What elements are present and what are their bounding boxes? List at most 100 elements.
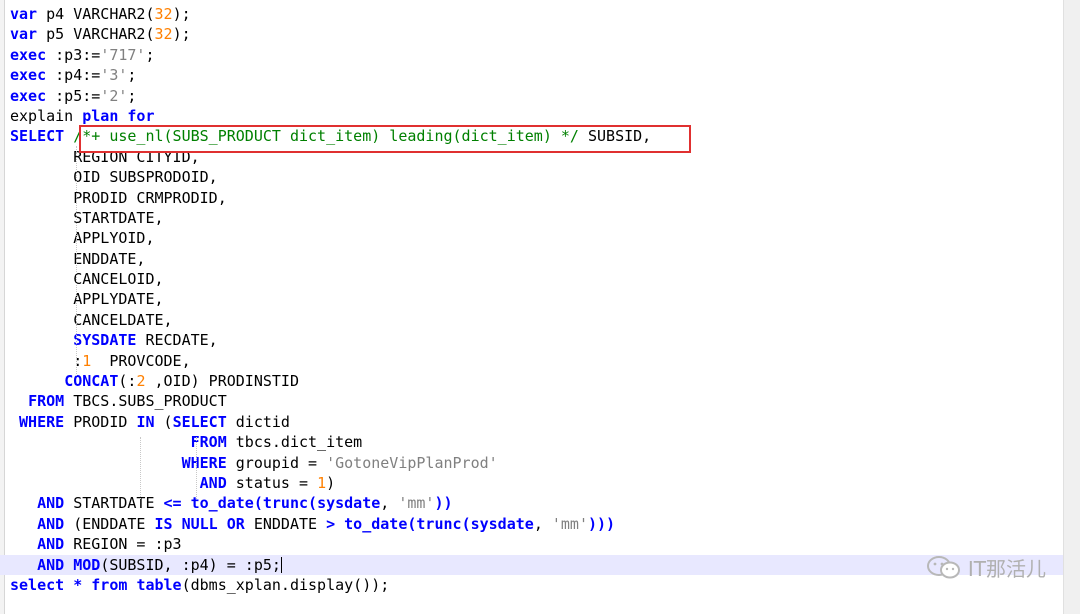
code-token: sysdate (470, 514, 534, 533)
sql-editor[interactable]: var p4 VARCHAR2(32); var p5 VARCHAR2(32);… (0, 0, 1064, 614)
code-token: ( (145, 5, 155, 23)
code-token: , (380, 494, 399, 513)
code-token: '2' (100, 86, 128, 105)
code-token: from (91, 575, 128, 594)
code-line[interactable]: exec :p5:='2'; (10, 86, 1064, 106)
code-token: VARCHAR2 (73, 5, 146, 23)
code-line[interactable]: exec :p3:='717'; (10, 45, 1064, 65)
code-token: 32 (154, 25, 173, 44)
code-token: IN (136, 412, 155, 431)
code-token: table (136, 575, 182, 594)
code-token: ( (145, 25, 155, 44)
code-line[interactable]: STARTDATE, (10, 208, 1064, 228)
vertical-scrollbar[interactable] (1063, 0, 1080, 614)
code-line[interactable]: AND MOD(SUBSID, :p4) = :p5; (0, 554, 1064, 575)
code-line[interactable]: select * from table(dbms_xplan.display()… (10, 575, 1064, 595)
code-token: AND (37, 494, 65, 513)
code-token: AND (37, 535, 65, 554)
code-token: , (533, 514, 552, 533)
code-token: trunc (262, 494, 309, 513)
code-token: CONCAT (64, 372, 119, 391)
code-token: explain (10, 106, 83, 125)
code-token: to_date (190, 494, 254, 513)
code-line[interactable]: SYSDATE RECDATE, (10, 330, 1064, 350)
code-line[interactable]: CANCELOID, (10, 269, 1064, 289)
code-line[interactable]: :1 PROVCODE, (10, 351, 1064, 371)
code-line[interactable]: CONCAT(:2 ,OID) PRODINSTID (10, 371, 1064, 391)
code-area[interactable]: var p4 VARCHAR2(32); var p5 VARCHAR2(32);… (0, 4, 1064, 595)
code-token: (SUBSID, :p4) = :p5; (100, 555, 281, 574)
code-token: : (10, 351, 83, 370)
code-line[interactable]: AND status = 1) (10, 473, 1064, 493)
code-line[interactable]: FROM TBCS.SUBS_PRODUCT (10, 391, 1064, 411)
code-line[interactable]: OID SUBSPRODOID, (10, 167, 1064, 187)
code-token: exec (10, 86, 47, 105)
code-token: CANCELDATE, (10, 310, 173, 329)
code-line[interactable]: var p5 VARCHAR2(32); (10, 24, 1064, 44)
code-token: status = (226, 473, 318, 492)
code-token: FROM (28, 392, 65, 411)
code-line[interactable]: CANCELDATE, (10, 310, 1064, 330)
code-token: SELECT (172, 412, 227, 431)
code-token: p5 (37, 25, 74, 44)
code-token: var (10, 25, 38, 44)
code-token: ) (326, 473, 336, 492)
code-token: MOD (73, 555, 101, 574)
code-token: WHERE (181, 453, 227, 472)
code-line[interactable]: explain plan for (10, 106, 1064, 126)
code-token: to_date (344, 514, 408, 533)
code-line[interactable]: PRODID CRMPRODID, (10, 188, 1064, 208)
code-token: AND (37, 555, 65, 574)
code-token: ( (461, 514, 471, 533)
code-line[interactable]: exec :p4:='3'; (10, 65, 1064, 85)
code-token: trunc (416, 514, 462, 533)
code-token: STARTDATE (64, 494, 164, 513)
code-token: 1 (82, 351, 92, 370)
code-token: PROVCODE, (91, 351, 191, 370)
code-line[interactable]: AND REGION = :p3 (10, 534, 1064, 554)
code-token: select (10, 575, 65, 594)
code-line[interactable]: WHERE groupid = 'GotoneVipPlanProd' (10, 453, 1064, 473)
code-token: WHERE (19, 412, 65, 431)
code-token: ; (145, 45, 155, 64)
text-caret (280, 557, 282, 574)
code-line[interactable]: FROM tbcs.dict_item (10, 432, 1064, 452)
code-token: tbcs.dict_item (226, 433, 363, 452)
code-line[interactable]: WHERE PRODID IN (SELECT dictid (10, 412, 1064, 432)
code-token: var (10, 5, 38, 23)
code-line[interactable]: var p4 VARCHAR2(32); (10, 4, 1064, 24)
code-token: (: (118, 372, 137, 391)
code-line[interactable]: APPLYDATE, (10, 289, 1064, 309)
code-token: ( (253, 494, 263, 513)
code-line[interactable]: APPLYOID, (10, 228, 1064, 248)
indent-guide (140, 437, 141, 499)
code-line[interactable]: ENDDATE, (10, 249, 1064, 269)
code-token: ENDDATE, (10, 249, 146, 268)
code-token: REGION = :p3 (64, 535, 182, 554)
code-token: ENDDATE (244, 514, 327, 533)
code-token: AND (37, 514, 65, 533)
indent-guide (76, 146, 77, 376)
code-token: '717' (100, 45, 146, 64)
code-token: 'mm' (551, 514, 588, 533)
code-token: exec (10, 45, 47, 64)
code-line[interactable]: AND (ENDDATE IS NULL OR ENDDATE > to_dat… (10, 514, 1064, 534)
code-token: SELECT (10, 127, 65, 146)
code-token: exec (10, 66, 47, 85)
code-line[interactable]: AND STARTDATE <= to_date(trunc(sysdate, … (10, 493, 1064, 513)
code-token: '3' (100, 66, 128, 85)
code-token: <= (163, 494, 182, 513)
